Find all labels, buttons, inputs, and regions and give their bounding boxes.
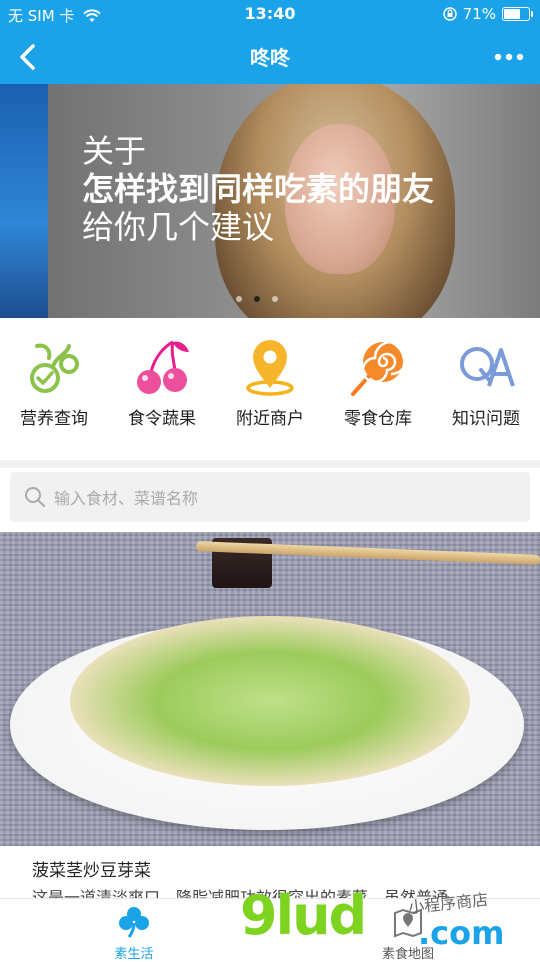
category-label: 食令蔬果 [128, 409, 196, 429]
location-pin-icon [246, 340, 294, 396]
battery-fill [504, 9, 520, 19]
carousel-dot[interactable] [236, 296, 242, 302]
nutrition-icon [30, 343, 79, 393]
category-fruits[interactable]: 食令蔬果 [108, 318, 216, 460]
rotation-lock-icon [442, 7, 457, 21]
category-label: 营养查询 [20, 409, 88, 429]
dish [70, 616, 470, 786]
nav-bar: 咚咚 [0, 30, 540, 84]
tab-vegan-map[interactable]: 素食地图 [348, 899, 468, 962]
tab-vegan-life[interactable]: 素生活 [74, 899, 194, 962]
battery-percent: 71% [462, 5, 496, 23]
recipe-image[interactable] [0, 532, 540, 846]
more-options-icon[interactable] [492, 42, 526, 72]
category-snacks[interactable]: 零食仓库 [324, 318, 432, 460]
search-input[interactable] [52, 482, 516, 514]
carousel-indicator [236, 296, 278, 302]
category-label: 知识问题 [452, 409, 520, 429]
banner-carousel[interactable]: 关于 怎样找到同样吃素的朋友 给你几个建议 [0, 84, 540, 318]
clover-icon [119, 907, 149, 938]
map-icon [394, 908, 422, 938]
banner-line-1: 关于 [82, 132, 147, 170]
section-divider [0, 460, 540, 468]
tab-bar: 素生活 素食地图 [0, 898, 540, 962]
search-icon [25, 487, 45, 507]
category-label: 附近商户 [236, 409, 304, 429]
category-nearby-merchants[interactable]: 附近商户 [216, 318, 324, 460]
status-right: 71% [442, 5, 533, 23]
qa-icon [460, 347, 515, 387]
category-label: 零食仓库 [344, 409, 412, 429]
page-title: 咚咚 [250, 46, 290, 70]
cherry-icon [137, 340, 189, 394]
banner-text: 关于 怎样找到同样吃素的朋友 给你几个建议 [82, 132, 434, 246]
search-bar[interactable] [10, 472, 530, 522]
category-qa[interactable]: 知识问题 [432, 318, 540, 460]
category-row: 营养查询 食令蔬果 附近商户 零食仓库 知识问题 [0, 318, 540, 460]
previous-slide-peek [0, 84, 48, 318]
banner-line-3: 给你几个建议 [82, 208, 275, 246]
tab-label: 素食地图 [381, 947, 434, 962]
recipe-title[interactable]: 菠菜茎炒豆芽菜 [32, 856, 151, 881]
status-bar: 无 SIM 卡 13:40 71% [0, 0, 540, 30]
carousel-dot[interactable] [272, 296, 278, 302]
lollipop-icon [351, 340, 409, 396]
carousel-dot[interactable] [254, 296, 260, 302]
battery-icon [502, 7, 533, 21]
tab-label: 素生活 [114, 947, 154, 962]
category-nutrition[interactable]: 营养查询 [0, 318, 108, 460]
banner-line-2: 怎样找到同样吃素的朋友 [82, 170, 435, 208]
